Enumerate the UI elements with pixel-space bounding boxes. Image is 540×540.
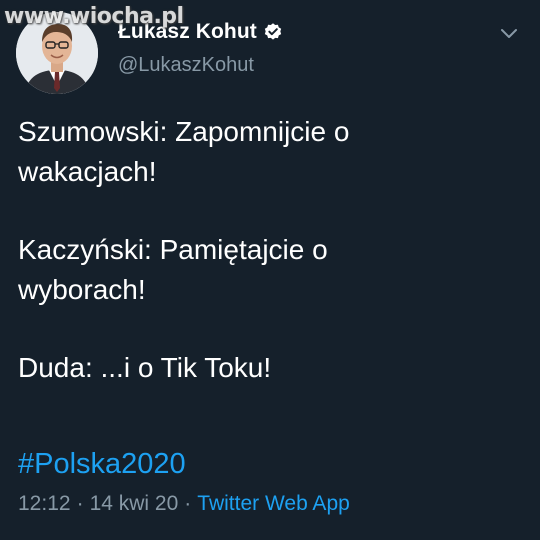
meta-separator: · — [184, 492, 192, 515]
tweet-paragraph: Duda: ...i o Tik Toku! — [18, 352, 272, 383]
tweet-source-link[interactable]: Twitter Web App — [197, 492, 350, 516]
verified-badge-icon — [263, 22, 283, 42]
tweet-date[interactable]: 14 kwi 20 — [90, 492, 179, 516]
tweet-time[interactable]: 12:12 — [18, 492, 71, 516]
tweet-card: Łukasz Kohut @LukaszKohut www.wiocha.pl … — [0, 0, 540, 540]
tweet-text: Szumowski: Zapomnijcie o wakacjach! Kacz… — [18, 112, 518, 426]
author-names: Łukasz Kohut @LukaszKohut — [118, 18, 283, 77]
display-name[interactable]: Łukasz Kohut — [118, 20, 257, 44]
tweet-meta: 12:12 · 14 kwi 20 · Twitter Web App — [18, 492, 350, 516]
avatar-portrait — [16, 12, 98, 94]
tweet-paragraph: Szumowski: Zapomnijcie o wakacjach! — [18, 116, 350, 187]
author-handle[interactable]: @LukaszKohut — [118, 54, 283, 77]
chevron-down-icon[interactable] — [498, 22, 520, 44]
tweet-paragraph: Kaczyński: Pamiętajcie o wyborach! — [18, 234, 328, 305]
display-name-row: Łukasz Kohut — [118, 18, 283, 46]
tweet-header: Łukasz Kohut @LukaszKohut — [16, 8, 524, 94]
hashtag-link[interactable]: #Polska2020 — [18, 444, 186, 484]
meta-separator: · — [76, 492, 84, 515]
avatar[interactable] — [16, 12, 98, 94]
